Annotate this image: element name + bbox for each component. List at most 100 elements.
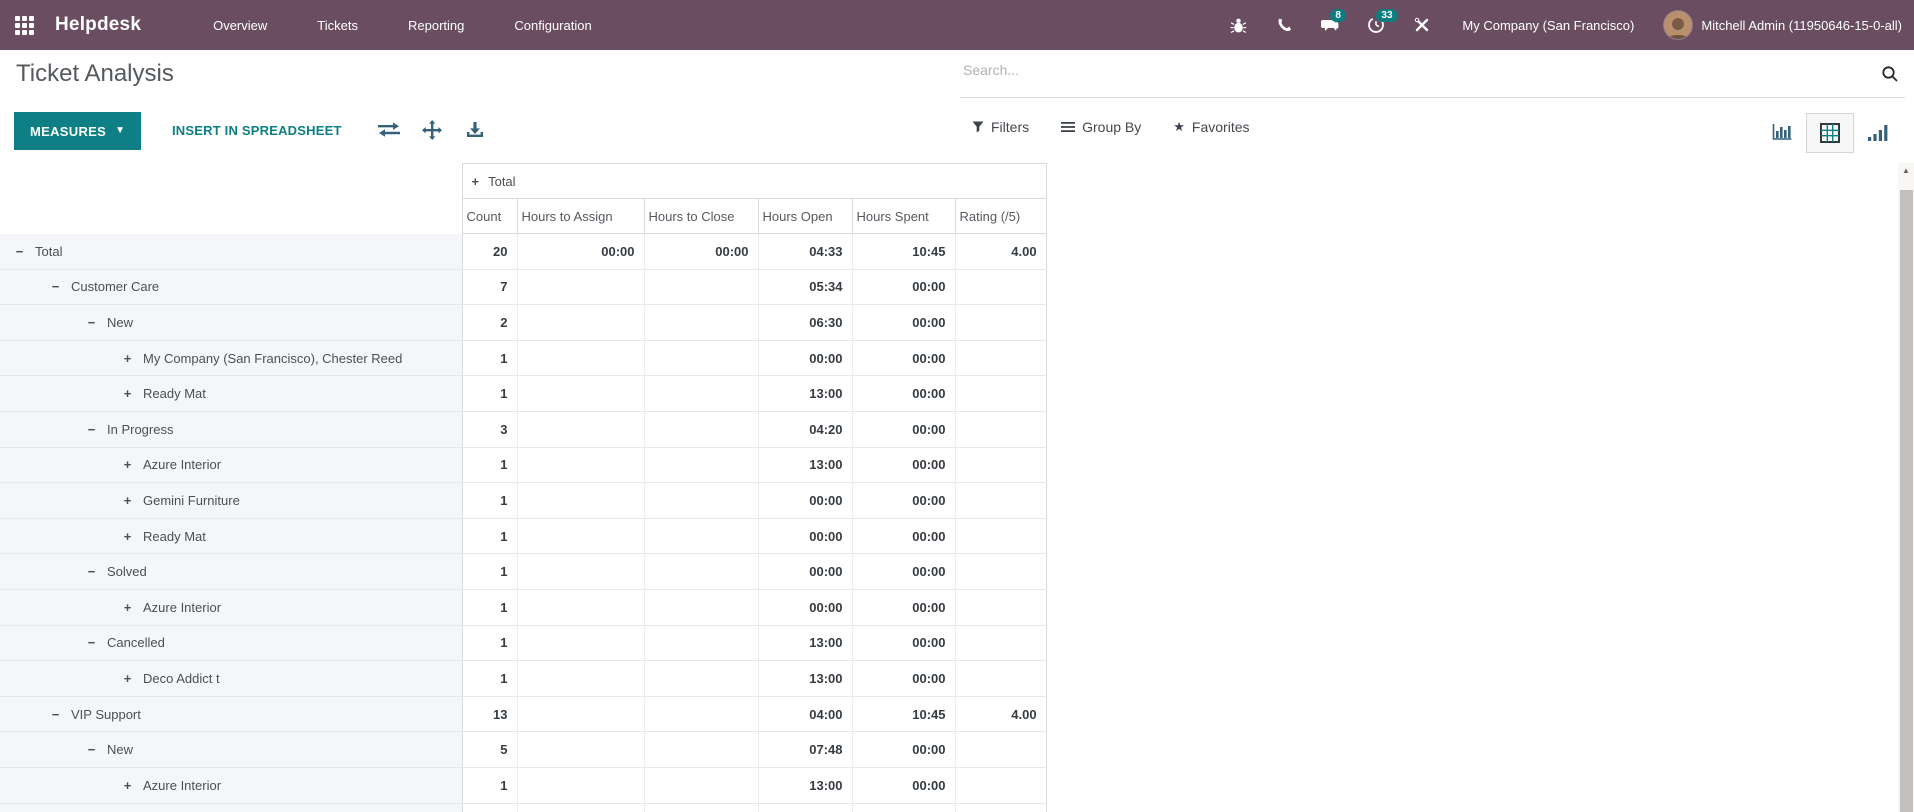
pivot-row: + Ready Mat 1 13:00 00:00	[0, 375, 1047, 412]
expand-icon[interactable]: +	[122, 457, 133, 472]
pivot-row-header[interactable]: − New	[0, 304, 463, 341]
pivot-cell	[643, 767, 758, 804]
insert-in-spreadsheet-button[interactable]: INSERT IN SPREADSHEET	[172, 123, 342, 138]
graph-view-button[interactable]	[1854, 113, 1902, 153]
pivot-row-header[interactable]: + Gemini Furniture	[0, 482, 463, 519]
pivot-cell	[643, 269, 758, 306]
pivot-cell	[954, 518, 1047, 555]
pivot-row-header[interactable]: − Customer Care	[0, 269, 463, 306]
pivot-row-header[interactable]: + Azure Interior	[0, 447, 463, 484]
filter-icon	[972, 121, 984, 133]
dashboard-view-button[interactable]	[1758, 113, 1806, 153]
collapse-icon[interactable]: −	[86, 742, 97, 757]
pivot-measure-header[interactable]: Hours Spent	[851, 198, 956, 234]
group-by-icon	[1061, 122, 1076, 132]
flip-axis-icon[interactable]	[378, 119, 400, 141]
pivot-colgroup-row: + Total	[0, 163, 1047, 199]
pivot-row-header[interactable]: − Solved	[0, 553, 463, 590]
pivot-cell: 00:00	[851, 340, 955, 377]
messages-count-badge: 8	[1330, 9, 1346, 22]
pivot-row-header[interactable]: − Cancelled	[0, 625, 463, 662]
search-icon[interactable]	[1881, 65, 1899, 83]
search-input[interactable]	[963, 62, 1767, 78]
pivot-cell	[516, 411, 644, 448]
menu-reporting[interactable]: Reporting	[406, 14, 466, 37]
pivot-cell	[643, 660, 758, 697]
pivot-column-group-header[interactable]: + Total	[461, 163, 1047, 199]
pivot-cell	[954, 625, 1047, 662]
scroll-up-arrow[interactable]: ▲	[1898, 166, 1914, 175]
pivot-measure-header[interactable]: Hours to Assign	[516, 198, 645, 234]
collapse-icon[interactable]: −	[50, 279, 61, 294]
expand-icon[interactable]: +	[122, 386, 133, 401]
pivot-cell: 00:00	[851, 447, 955, 484]
filters-button[interactable]: Filters	[972, 119, 1029, 135]
apps-grid-icon[interactable]	[13, 14, 35, 36]
group-by-button[interactable]: Group By	[1061, 119, 1141, 135]
pivot-row-label: Cancelled	[107, 635, 165, 651]
expand-icon[interactable]: +	[122, 529, 133, 544]
pivot-view-button[interactable]	[1806, 113, 1854, 153]
menu-tickets[interactable]: Tickets	[315, 14, 360, 37]
activity-clock-icon[interactable]: 33	[1366, 9, 1398, 35]
pivot-row: − Cancelled 1 13:00 00:00	[0, 625, 1047, 662]
pivot-row-header[interactable]: + Azure Interior	[0, 589, 463, 626]
helpdesk-pivot-page: Helpdesk Overview Tickets Reporting Conf…	[0, 0, 1914, 812]
pivot-cell	[643, 553, 758, 590]
expand-icon[interactable]: +	[122, 671, 133, 686]
bar-chart-icon	[1772, 124, 1792, 140]
company-selector[interactable]: My Company (San Francisco)	[1462, 18, 1634, 33]
pivot-row-header[interactable]: − New	[0, 731, 463, 768]
phone-icon[interactable]	[1274, 15, 1294, 35]
pivot-row-header[interactable]: − In Progress	[0, 411, 463, 448]
pivot-row-label: Deco Addict t	[143, 670, 220, 686]
collapse-icon[interactable]: −	[86, 422, 97, 437]
pivot-cell	[757, 803, 852, 812]
avatar[interactable]	[1664, 11, 1693, 39]
top-navbar: Helpdesk Overview Tickets Reporting Conf…	[0, 0, 1914, 50]
menu-overview[interactable]: Overview	[211, 14, 269, 37]
pivot-cell	[954, 803, 1047, 812]
bug-icon[interactable]	[1228, 15, 1248, 35]
collapse-icon[interactable]: −	[86, 635, 97, 650]
pivot-measure-header[interactable]: Count	[461, 198, 518, 234]
expand-icon[interactable]: +	[122, 778, 133, 793]
pivot-cell	[851, 803, 955, 812]
chat-icon[interactable]: 8	[1320, 9, 1346, 35]
pivot-row-header[interactable]: + Ready Mat	[0, 518, 463, 555]
pivot-cell: 5	[461, 731, 517, 768]
pivot-row-label: Azure Interior	[143, 777, 222, 793]
collapse-icon[interactable]: −	[50, 707, 61, 722]
pivot-cell	[954, 411, 1047, 448]
expand-all-icon[interactable]	[421, 119, 443, 141]
pivot-row-header[interactable]: + Azure Interior	[0, 767, 463, 804]
expand-icon[interactable]: +	[122, 351, 133, 366]
app-title[interactable]: Helpdesk	[55, 14, 141, 36]
user-menu[interactable]: Mitchell Admin (11950646-15-0-all)	[1701, 18, 1902, 33]
pivot-measure-header[interactable]: Hours Open	[757, 198, 853, 234]
expand-icon[interactable]: +	[472, 174, 480, 189]
expand-icon[interactable]: +	[122, 600, 133, 615]
menu-configuration[interactable]: Configuration	[512, 14, 593, 37]
pivot-row-header[interactable]: + My Company (San Francisco), Chester Ree…	[0, 340, 463, 377]
pivot-cell: 10:45	[851, 696, 955, 733]
pivot-cell: 00:00	[757, 482, 852, 519]
pivot-row-header[interactable]: − VIP Support	[0, 696, 463, 733]
pivot-row-header[interactable]: − Total	[0, 233, 463, 270]
favorites-button[interactable]: ★ Favorites	[1173, 119, 1249, 135]
collapse-icon[interactable]: −	[86, 564, 97, 579]
measures-button[interactable]: MEASURES ▼	[14, 112, 142, 150]
pivot-measure-header[interactable]: Hours to Close	[643, 198, 759, 234]
pivot-toolbar: MEASURES ▼ INSERT IN SPREADSHEET Filters…	[0, 99, 1914, 163]
scrollbar-thumb[interactable]	[1900, 190, 1913, 812]
search-bar	[960, 54, 1905, 98]
collapse-icon[interactable]: −	[86, 315, 97, 330]
pivot-measure-header[interactable]: Rating (/5)	[954, 198, 1047, 234]
pivot-row-header[interactable]: + Deco Addict t	[0, 660, 463, 697]
collapse-icon[interactable]: −	[14, 244, 25, 259]
pivot-row-header[interactable]: + Ready Mat	[0, 375, 463, 412]
download-icon[interactable]	[464, 119, 486, 141]
pivot-cell: 2	[461, 304, 517, 341]
expand-icon[interactable]: +	[122, 493, 133, 508]
tools-icon[interactable]	[1412, 15, 1432, 35]
